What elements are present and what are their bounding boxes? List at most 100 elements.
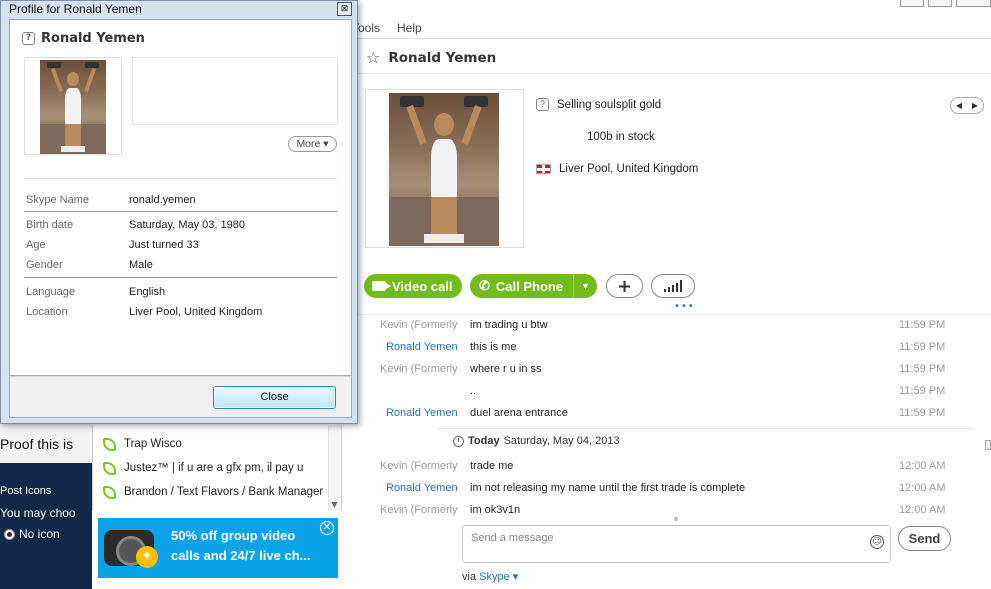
dialog-title: Profile for Ronald Yemen <box>9 2 142 16</box>
chat-message: Ronald Yemen duel arena entrance 11:59 P… <box>352 403 952 423</box>
emoticon-icon[interactable]: ☺ <box>870 535 884 549</box>
maximize-button[interactable] <box>928 0 952 7</box>
status-unknown-icon: ? <box>536 98 549 111</box>
menu-bar: Tools Help <box>352 17 991 39</box>
menu-help[interactable]: Help <box>397 21 422 35</box>
conversation-header: ☆ Ronald Yemen <box>366 48 496 67</box>
chat-message: Kevin (Formerly trade me 12:00 AM <box>352 456 952 476</box>
message-time: 11:59 PM <box>899 407 946 419</box>
clock-icon <box>453 435 464 447</box>
status-online-icon <box>103 461 116 475</box>
via-selector[interactable]: via Skype ▾ <box>462 570 518 583</box>
promo-banner[interactable]: ✦ 50% off group video calls and 24/7 liv… <box>98 518 338 578</box>
field-label: Location <box>26 306 68 318</box>
post-icons-label: Post Icons <box>0 485 52 497</box>
message-text: im trading u btw <box>470 319 548 331</box>
contact-item[interactable]: Brandon / Text Flavors / Bank Manager <box>103 482 323 502</box>
divider <box>24 178 337 179</box>
profile-dialog: Profile for Ronald Yemen ⊠ ? Ronald Yeme… <box>0 0 358 424</box>
prev-arrow-icon[interactable]: ◀ <box>956 101 962 110</box>
close-promo-icon[interactable]: ✕ <box>320 521 334 535</box>
call-phone-button[interactable]: ✆ Call Phone ▼ <box>470 274 597 298</box>
sparkle-icon: ✦ <box>136 546 158 568</box>
message-sender[interactable]: Ronald Yemen <box>386 482 458 494</box>
message-sender[interactable]: Kevin (Formerly <box>380 319 458 331</box>
signal-bars-icon <box>664 280 682 292</box>
chat-message: Kevin (Formerly where r u in ss 11:59 PM <box>352 359 952 379</box>
mood-pager[interactable]: ◀ ▶ <box>950 97 984 114</box>
message-sender[interactable]: Ronald Yemen <box>386 407 458 419</box>
message-time: 11:59 PM <box>899 363 946 375</box>
status-online-icon <box>103 485 116 499</box>
message-sender[interactable]: Kevin (Formerly <box>380 504 458 516</box>
video-camera-icon <box>372 281 391 291</box>
message-sender[interactable]: Ronald Yemen <box>386 341 458 353</box>
resize-handle[interactable]: ••• <box>674 301 695 312</box>
plus-icon: + <box>616 275 633 297</box>
message-text: im not releasing my name until the first… <box>470 482 746 494</box>
call-options-dropdown[interactable]: ▼ <box>573 274 597 298</box>
scroll-marker[interactable] <box>985 440 991 450</box>
post-icons-panel: Post Icons You may choo No icon <box>0 463 92 589</box>
chat-message: Kevin (Formerly im trading u btw 11:59 P… <box>352 315 952 335</box>
close-window-button[interactable] <box>956 0 991 7</box>
mood-message: ? Selling soulsplit gold <box>536 98 661 111</box>
message-input[interactable]: Send a message ☺ <box>462 525 891 563</box>
field-label: Skype Name <box>26 194 89 206</box>
scroll-down-icon[interactable]: ▼ <box>330 500 339 509</box>
radio-icon[interactable] <box>4 528 15 540</box>
mood-subtext: 100b in stock <box>587 131 655 143</box>
contact-item[interactable]: Justez™ | if u are a gfx pm, il pay u <box>103 458 303 478</box>
contact-avatar[interactable] <box>365 89 524 248</box>
favorite-star-icon[interactable]: ☆ <box>366 48 380 67</box>
message-sender[interactable]: Kevin (Formerly <box>380 363 458 375</box>
contact-name: Brandon / Text Flavors / Bank Manager <box>124 486 324 498</box>
message-time: 12:00 AM <box>899 504 946 516</box>
message-sender[interactable]: Kevin (Formerly <box>380 460 458 472</box>
field-value: English <box>129 286 166 298</box>
message-time: 12:00 AM <box>899 482 946 494</box>
more-button[interactable]: More ▾ <box>288 136 337 152</box>
divider <box>352 73 991 74</box>
status-online-icon <box>103 437 116 451</box>
field-value: Just turned 33 <box>129 239 199 251</box>
divider <box>24 277 337 278</box>
contact-list-scrollbar[interactable]: ▼ <box>328 425 341 511</box>
chat-message: .. 11:59 PM <box>352 381 952 401</box>
page-text-proof: Proof this is <box>0 436 74 452</box>
no-icon-option[interactable]: No icon <box>4 527 60 541</box>
send-button[interactable]: Send <box>898 526 951 551</box>
video-call-label: Video call <box>392 278 453 294</box>
message-time: 12:00 AM <box>899 460 946 472</box>
message-text: where r u in ss <box>470 363 542 375</box>
promo-line-2: calls and 24/7 live ch... <box>171 548 311 563</box>
field-label: Language <box>26 286 75 298</box>
next-arrow-icon[interactable]: ▶ <box>972 101 978 110</box>
promo-text: 50% off group video calls and 24/7 live … <box>171 526 310 566</box>
phone-icon: ✆ <box>479 278 490 293</box>
splitter-handle[interactable] <box>674 517 678 521</box>
divider <box>24 211 337 212</box>
message-text: im ok3v1n <box>470 504 521 516</box>
message-text: .. <box>470 385 477 397</box>
avatar-image <box>40 60 106 154</box>
video-call-button[interactable]: Video call <box>364 274 462 298</box>
dialog-close-icon[interactable]: ⊠ <box>337 2 352 16</box>
close-button[interactable]: Close <box>213 386 336 409</box>
via-service[interactable]: Skype ▾ <box>479 571 518 583</box>
dialog-footer: Close <box>9 376 352 418</box>
add-button[interactable]: + <box>606 274 643 298</box>
call-quality-button[interactable] <box>651 274 695 298</box>
mood-text: Selling soulsplit gold <box>557 98 662 111</box>
contact-name: Justez™ | if u are a gfx pm, il pay u <box>124 462 304 474</box>
field-value: ronald.yemen <box>129 194 196 206</box>
profile-mood-box <box>132 57 338 125</box>
minimize-button[interactable] <box>900 0 924 7</box>
field-value: Male <box>129 259 153 271</box>
message-text: this is me <box>470 341 517 353</box>
field-label: Birth date <box>26 219 74 231</box>
field-value: Saturday, May 03, 1980 <box>129 219 245 231</box>
message-time: 11:59 PM <box>899 341 946 353</box>
contact-location: Liver Pool, United Kingdom <box>536 163 698 175</box>
contact-item[interactable]: Trap Wisco <box>103 434 182 454</box>
